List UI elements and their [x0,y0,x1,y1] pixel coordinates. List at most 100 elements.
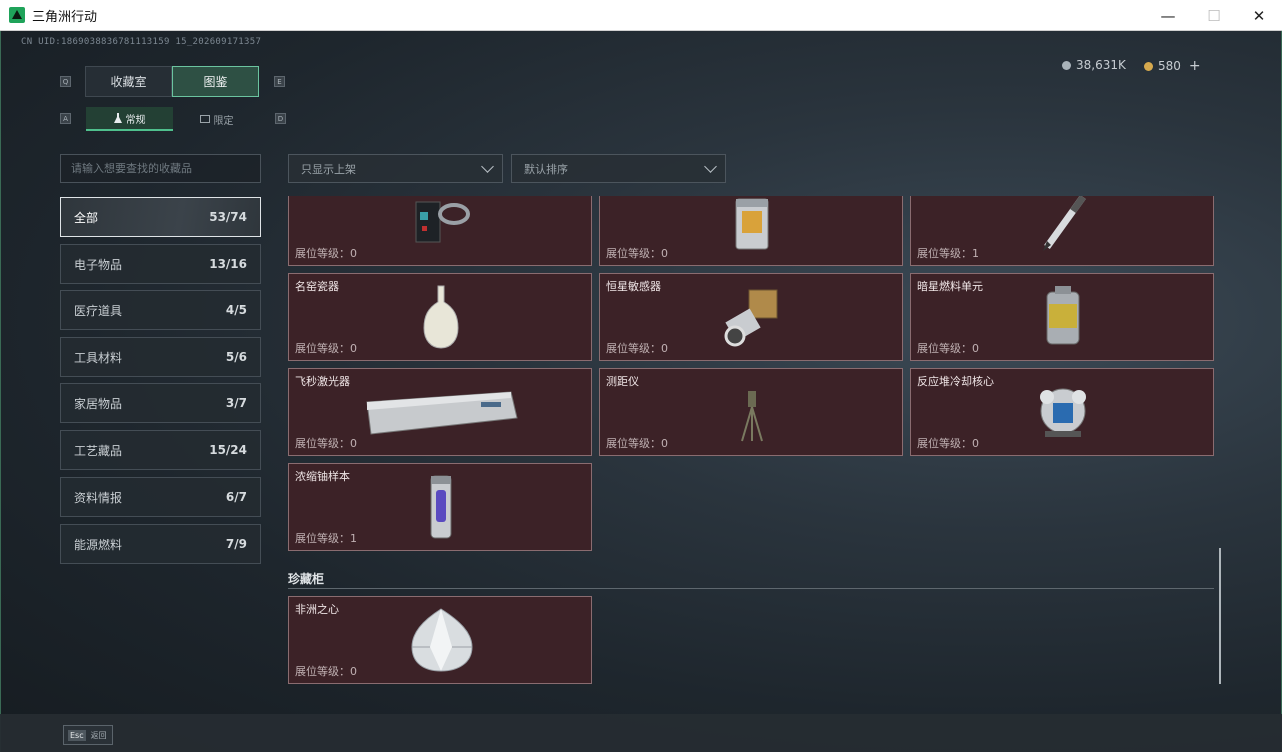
app-logo-icon [9,7,25,23]
display-level: 展位等级：0 [606,247,668,260]
display-level: 展位等级：0 [606,342,668,355]
cooling-core-icon [1023,373,1103,451]
key-hint-next-subtab: D [275,113,286,124]
category-label: 能源燃料 [74,537,123,552]
tripod-icon [712,373,792,451]
display-filter-dropdown[interactable]: 只显示上架 [288,154,503,183]
item-card[interactable]: 展位等级：0 [599,196,903,266]
vase-icon [401,278,481,356]
gold-coin-icon [1144,61,1153,71]
category-label: 资料情报 [74,490,123,505]
close-button[interactable]: ✕ [1236,0,1282,31]
item-name: 暗星燃料单元 [917,280,983,293]
key-hint-prev-subtab: A [60,113,71,124]
subtab-limited[interactable]: 限定 [173,107,260,131]
gold-currency[interactable]: 580 + [1144,58,1201,74]
item-card[interactable]: 飞秒激光器 展位等级：0 [288,368,592,456]
item-card[interactable]: 测距仪 展位等级：0 [599,368,903,456]
sort-value: 默认排序 [524,162,568,176]
key-hint-next-tab: E [274,76,285,87]
silver-amount: 38,631K [1076,58,1126,72]
category-household[interactable]: 家居物品 3/7 [60,383,261,423]
display-level: 展位等级：1 [295,532,357,545]
category-label: 电子物品 [74,257,123,272]
item-name: 浓缩铀样本 [295,470,350,483]
esc-key-hint: Esc [68,729,86,741]
category-crafts[interactable]: 工艺藏品 15/24 [60,430,261,470]
category-label: 医疗道具 [74,303,123,318]
item-card[interactable]: 名窑瓷器 展位等级：0 [288,273,592,361]
chevron-down-icon [704,160,717,173]
display-filter-value: 只显示上架 [301,162,356,176]
add-currency-button[interactable]: + [1189,58,1201,74]
display-level: 展位等级：0 [295,247,357,260]
category-label: 工具材料 [74,350,123,365]
minimize-button[interactable]: — [1145,0,1191,31]
category-count: 13/16 [209,257,247,271]
subtab-regular-label: 常规 [125,114,146,126]
flask-icon [113,113,122,123]
item-card[interactable]: 反应堆冷却核心 展位等级：0 [910,368,1214,456]
display-level: 展位等级：0 [606,437,668,450]
item-name: 非洲之心 [295,603,339,616]
window-title: 三角洲行动 [32,9,98,25]
fuel-can-icon [1023,278,1103,356]
item-card[interactable]: 暗星燃料单元 展位等级：0 [910,273,1214,361]
footer-bar [0,714,1282,752]
left-edge-line [0,31,1,752]
category-medical[interactable]: 医疗道具 4/5 [60,290,261,330]
category-count: 6/7 [225,490,247,504]
key-hint-prev-tab: Q [60,76,71,87]
item-card[interactable]: 展位等级：1 [910,196,1214,266]
silver-currency: 38,631K [1062,58,1126,72]
item-card[interactable]: 恒星敏感器 展位等级：0 [599,273,903,361]
treasure-cabinet-title: 珍藏柜 [288,572,325,586]
uranium-icon [401,468,481,546]
tab-catalog[interactable]: 图鉴 [172,66,259,97]
display-level: 展位等级：1 [917,247,979,260]
subtab-limited-label: 限定 [213,115,234,127]
category-electronics[interactable]: 电子物品 13/16 [60,244,261,284]
silver-coin-icon [1062,60,1071,70]
category-all[interactable]: 全部 53/74 [60,197,261,237]
category-tools[interactable]: 工具材料 5/6 [60,337,261,377]
category-intel[interactable]: 资料情报 6/7 [60,477,261,517]
category-label: 工艺藏品 [74,443,123,458]
category-count: 5/6 [225,350,247,364]
device-icon [401,196,481,261]
diamond-icon [401,601,481,679]
category-count: 15/24 [209,443,247,457]
window-title-bar: 三角洲行动 — ☐ ✕ [0,0,1282,31]
item-name: 飞秒激光器 [295,375,350,388]
chevron-down-icon [481,160,494,173]
maximize-button[interactable]: ☐ [1191,0,1237,31]
back-label: 返回 [90,730,107,740]
category-energy[interactable]: 能源燃料 7/9 [60,524,261,564]
back-button[interactable]: Esc 返回 [63,725,113,745]
display-level: 展位等级：0 [917,437,979,450]
grid-scrollbar[interactable] [1219,548,1221,684]
item-name: 恒星敏感器 [606,280,661,293]
section-divider [288,588,1214,589]
player-uid: CN UID:1869038836781113159 15_2026091713… [21,37,262,47]
category-label: 全部 [74,210,99,225]
laser-box-icon [359,373,523,451]
collection-search-input[interactable] [60,154,261,183]
display-level: 展位等级：0 [295,342,357,355]
display-level: 展位等级：0 [295,437,357,450]
category-count: 4/5 [225,303,247,317]
tab-collection-room[interactable]: 收藏室 [85,66,172,97]
treasure-card[interactable]: 非洲之心 展位等级：0 [288,596,592,684]
category-count: 7/9 [225,537,247,551]
item-card[interactable]: 浓缩铀样本 展位等级：1 [288,463,592,551]
category-count: 53/74 [209,210,247,224]
display-level: 展位等级：0 [295,665,357,678]
subtab-regular[interactable]: 常规 [86,107,173,131]
display-level: 展位等级：0 [917,342,979,355]
category-count: 3/7 [225,396,247,410]
item-card[interactable]: 展位等级：0 [288,196,592,266]
ticket-icon [199,115,210,123]
sort-dropdown[interactable]: 默认排序 [511,154,726,183]
gold-amount: 580 [1158,59,1181,73]
game-viewport: CN UID:1869038836781113159 15_2026091713… [0,31,1282,752]
